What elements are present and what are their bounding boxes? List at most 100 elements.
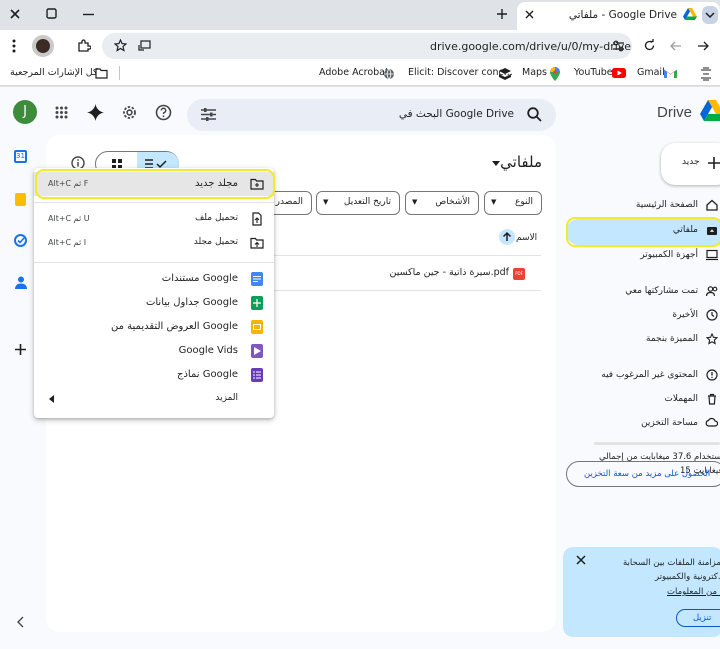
menu-upload-folder-label: تحميل مجلد xyxy=(193,237,238,247)
google-sheets-icon xyxy=(250,296,264,310)
nav-storage[interactable]: مساحة التخزين xyxy=(566,413,720,435)
keep-app-icon[interactable] xyxy=(15,193,26,206)
menu-google-sheets-label: جداول بيانات Google xyxy=(145,297,238,308)
sort-arrow-icon[interactable] xyxy=(499,229,515,245)
clock-icon xyxy=(706,309,718,321)
column-name-header[interactable]: الاسم xyxy=(516,233,537,243)
nav-home[interactable]: الصفحة الرئيسية xyxy=(566,195,720,217)
add-app-icon[interactable] xyxy=(14,343,27,356)
forward-icon[interactable] xyxy=(670,40,682,52)
drive-search-bar[interactable]: البحث في Google Drive xyxy=(187,99,556,131)
star-icon xyxy=(706,333,718,345)
bookmark-elicit[interactable]: Elicit: Discover conc... xyxy=(408,67,513,78)
apps-grid-icon[interactable] xyxy=(55,106,68,119)
bookmark-star-icon[interactable] xyxy=(114,39,127,52)
search-placeholder: البحث في Google Drive xyxy=(398,108,514,120)
pdf-icon: PDF xyxy=(513,268,525,280)
browser-menu-icon[interactable] xyxy=(12,39,16,53)
title-dropdown-icon[interactable] xyxy=(492,161,500,166)
tasks-app-icon[interactable] xyxy=(14,234,27,247)
download-button-label: تنزيل xyxy=(693,613,712,623)
promo-text-line1: ك مزامنة الملفات بين السحابة xyxy=(623,558,720,568)
download-button[interactable]: تنزيل xyxy=(676,609,720,627)
bookmark-maps[interactable]: Maps xyxy=(522,67,547,78)
filter-modified[interactable]: تاريخ التعديل ▼ xyxy=(316,191,400,215)
close-window-icon[interactable] xyxy=(9,8,21,20)
bookmarks-bar: كل الإشارات المرجعية Adobe Acrobat Elici… xyxy=(0,62,720,86)
close-tab-icon[interactable] xyxy=(525,10,534,19)
more-bookmarks-icon[interactable] xyxy=(700,67,712,81)
maximize-window-icon[interactable] xyxy=(46,8,57,19)
storage-bar xyxy=(594,442,720,445)
calendar-app-icon[interactable]: 31 xyxy=(14,150,27,163)
sync-promo-card: ك مزامنة الملفات بين السحابة كترونية وال… xyxy=(563,547,720,637)
menu-google-vids-label: Google Vids xyxy=(178,345,238,356)
url-text[interactable]: drive.google.com/drive/u/0/my-drive xyxy=(430,40,631,53)
menu-separator xyxy=(34,202,274,203)
nav-starred[interactable]: المميزة بنجمة xyxy=(566,329,720,351)
nav-computers[interactable]: أجهزة الكمبيوتر xyxy=(566,245,720,267)
menu-google-sheets[interactable]: جداول بيانات Google xyxy=(34,291,274,315)
reload-icon[interactable] xyxy=(643,39,656,52)
trash-icon xyxy=(706,393,718,405)
spam-icon xyxy=(706,369,718,381)
search-options-icon[interactable] xyxy=(201,108,216,121)
nav-spam[interactable]: المحتوى غير المرغوب فيه xyxy=(566,365,720,387)
people-icon xyxy=(706,285,718,297)
globe-icon xyxy=(383,68,395,80)
filter-people[interactable]: الأشخاص ▼ xyxy=(405,191,479,215)
menu-upload-file[interactable]: تحميل ملف Alt+C ثم U xyxy=(34,207,274,231)
menu-upload-folder[interactable]: تحميل مجلد Alt+C ثم I xyxy=(34,231,274,255)
new-tab-icon[interactable] xyxy=(496,8,508,20)
tab-search-icon[interactable] xyxy=(702,6,718,24)
new-button[interactable]: جديد xyxy=(661,143,720,185)
tab-strip: ملفاتي - Google Drive xyxy=(0,0,720,30)
nav-shared-with-me[interactable]: تمت مشاركتها معي xyxy=(566,281,720,303)
google-forms-icon xyxy=(250,368,264,382)
menu-more[interactable]: المزيد xyxy=(34,387,274,411)
nav-trash[interactable]: المهملات xyxy=(566,389,720,411)
new-button-label: جديد xyxy=(682,157,700,167)
collapse-panel-icon[interactable] xyxy=(17,616,25,628)
menu-google-docs[interactable]: مستندات Google xyxy=(34,267,274,291)
folder-upload-icon xyxy=(250,236,264,250)
menu-upload-file-label: تحميل ملف xyxy=(194,213,238,223)
help-icon[interactable] xyxy=(155,104,172,121)
menu-google-slides[interactable]: العروض التقديمية من Google xyxy=(34,315,274,339)
all-bookmarks-label[interactable]: كل الإشارات المرجعية xyxy=(10,67,98,78)
google-vids-icon xyxy=(250,344,264,358)
plus-icon xyxy=(708,157,720,169)
promo-text-line2: كترونية والكمبيوتر. xyxy=(655,572,720,582)
gemini-sparkle-icon[interactable] xyxy=(87,104,104,121)
minimize-window-icon[interactable] xyxy=(83,13,94,16)
menu-google-forms[interactable]: نماذج Google xyxy=(34,363,274,387)
bookmark-youtube[interactable]: YouTube xyxy=(574,67,613,78)
extensions-icon[interactable] xyxy=(77,39,91,53)
search-icon[interactable] xyxy=(527,107,542,122)
profile-avatar[interactable] xyxy=(32,35,54,57)
youtube-icon xyxy=(612,68,626,78)
get-more-storage-button[interactable]: الحصول على مزيد من سعة التخزين xyxy=(566,461,720,487)
contacts-app-icon[interactable] xyxy=(15,276,27,289)
file-row[interactable]: سيرة ذاتية - جين ماكسين.pdf PDF xyxy=(274,258,541,290)
drive-logo-icon[interactable] xyxy=(700,100,720,122)
bookmark-adobe-acrobat[interactable]: Adobe Acrobat xyxy=(319,67,389,78)
drive-brand-text: Drive xyxy=(657,104,693,121)
filter-type[interactable]: النوع ▼ xyxy=(484,191,542,215)
promo-close-icon[interactable] xyxy=(576,555,586,565)
get-more-storage-label: الحصول على مزيد من سعة التخزين xyxy=(584,469,711,479)
highlight-my-drive xyxy=(566,217,720,247)
file-name: سيرة ذاتية - جين ماكسين.pdf xyxy=(389,267,509,278)
account-avatar[interactable]: J xyxy=(13,100,37,124)
settings-gear-icon[interactable] xyxy=(121,104,138,121)
submenu-arrow-icon xyxy=(49,395,54,403)
bookmark-gmail[interactable]: Gmail xyxy=(637,67,665,78)
tab-drive[interactable]: ملفاتي - Google Drive xyxy=(517,2,720,30)
cast-icon[interactable] xyxy=(138,40,151,52)
nav-recent[interactable]: الأخيرة xyxy=(566,305,720,327)
menu-upload-folder-shortcut: Alt+C ثم I xyxy=(48,238,87,247)
promo-learn-more-link[interactable]: د من المعلومات xyxy=(667,587,720,597)
menu-google-vids[interactable]: Google Vids xyxy=(34,339,274,363)
google-slides-icon xyxy=(250,320,264,334)
back-icon[interactable] xyxy=(697,40,709,52)
